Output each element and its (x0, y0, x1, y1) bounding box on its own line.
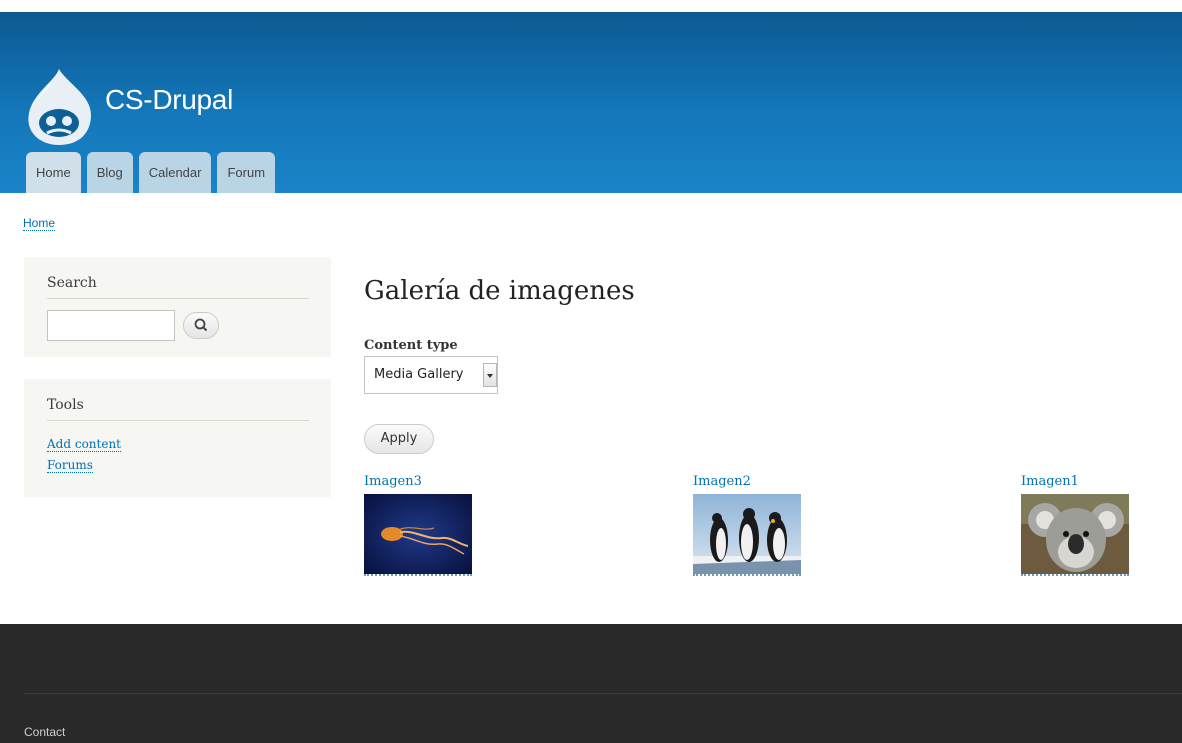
main-menu: Home Blog Calendar Forum (26, 152, 276, 193)
jellyfish-thumbnail[interactable] (364, 494, 472, 576)
breadcrumb-home-link[interactable]: Home (23, 216, 56, 231)
site-footer: Contact (0, 624, 1182, 743)
forums-link[interactable]: Forums (47, 458, 93, 473)
search-block-title: Search (47, 275, 97, 291)
content-type-select[interactable]: Media Gallery (364, 356, 498, 394)
tab-calendar[interactable]: Calendar (138, 152, 212, 193)
add-content-link[interactable]: Add content (47, 437, 121, 452)
jellyfish-image (364, 494, 472, 574)
chevron-down-icon (483, 363, 497, 387)
penguins-thumbnail[interactable] (693, 494, 801, 576)
page-title: Galería de imagenes (364, 276, 635, 306)
site-name[interactable]: CS-Drupal (105, 84, 233, 116)
tools-block-divider (47, 420, 309, 421)
search-icon (194, 318, 208, 332)
apply-button[interactable]: Apply (364, 424, 434, 454)
search-block-divider (47, 298, 309, 299)
tab-home[interactable]: Home (26, 152, 81, 193)
gallery-item-title-imagen3[interactable]: Imagen3 (364, 474, 422, 489)
gallery-item-title-imagen1[interactable]: Imagen1 (1021, 474, 1079, 489)
tools-block: Tools Add content Forums (24, 379, 331, 497)
koala-thumbnail[interactable] (1021, 494, 1129, 576)
site-header: CS-Drupal Home Blog Calendar Forum (0, 12, 1182, 193)
drupal-logo-icon[interactable] (25, 67, 97, 147)
tab-blog[interactable]: Blog (86, 152, 133, 193)
tools-block-title: Tools (47, 397, 84, 413)
search-button[interactable] (183, 312, 219, 339)
tab-forum[interactable]: Forum (217, 152, 276, 193)
search-block: Search (24, 257, 331, 357)
content-type-selected-value: Media Gallery (374, 367, 464, 382)
search-input[interactable] (47, 310, 175, 341)
penguins-image (693, 494, 801, 574)
content-type-label: Content type (364, 338, 458, 353)
contact-link[interactable]: Contact (24, 725, 65, 739)
koala-image (1021, 494, 1129, 574)
gallery-item-title-imagen2[interactable]: Imagen2 (693, 474, 751, 489)
footer-divider (24, 693, 1182, 694)
